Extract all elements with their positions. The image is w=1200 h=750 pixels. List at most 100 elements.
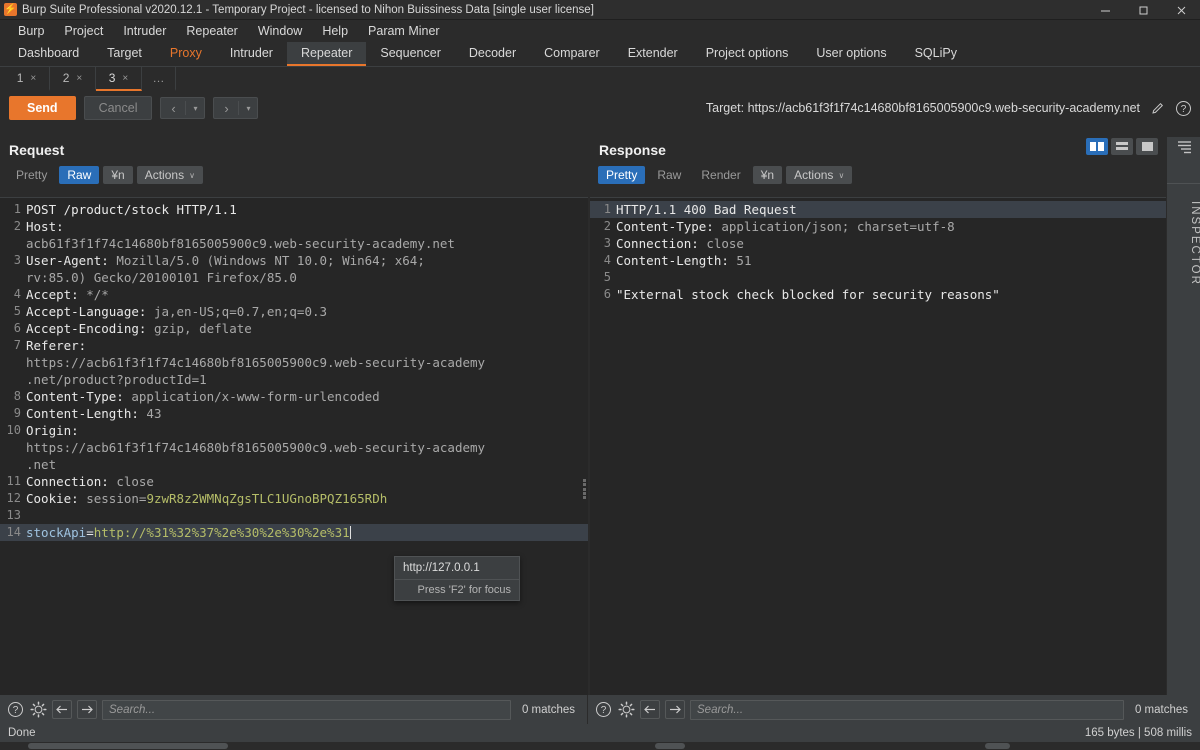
code-line[interactable]: 3 User-Agent: Mozilla/5.0 (Windows NT 10.… bbox=[0, 252, 588, 269]
request-editor[interactable]: 1 POST /product/stock HTTP/1.1 2 Host: acb6… bbox=[0, 197, 588, 695]
layout-stacked-icon[interactable] bbox=[1111, 138, 1133, 155]
close-icon[interactable]: × bbox=[122, 73, 128, 84]
tab-intruder[interactable]: Intruder bbox=[216, 42, 287, 66]
request-tab-pretty[interactable]: Pretty bbox=[8, 166, 55, 184]
code-line[interactable]: 14 stockApi=http://%31%32%37%2e%30%2e%30%… bbox=[0, 524, 588, 541]
code-segment: Content-Length: bbox=[26, 406, 147, 421]
request-tab-raw[interactable]: Raw bbox=[59, 166, 100, 184]
code-text: Connection: close bbox=[616, 235, 1166, 252]
tab-repeater[interactable]: Repeater bbox=[286, 42, 367, 66]
menu-item-window[interactable]: Window bbox=[248, 20, 312, 42]
code-text: Accept: */* bbox=[26, 286, 588, 303]
minimize-button[interactable] bbox=[1086, 0, 1124, 20]
inspector-rail[interactable]: INSPECTOR bbox=[1166, 137, 1200, 695]
scrollbar-thumb-right[interactable] bbox=[985, 743, 1010, 749]
forward-split-button[interactable]: › ▾ bbox=[213, 97, 259, 119]
response-tab-render[interactable]: Render bbox=[693, 166, 748, 184]
autocomplete-popup[interactable]: http://127.0.0.1 Press 'F2' for focus bbox=[394, 556, 520, 601]
code-line[interactable]: 5 bbox=[590, 269, 1166, 286]
code-line[interactable]: 6 "External stock check blocked for secur… bbox=[590, 286, 1166, 303]
tab-extender[interactable]: Extender bbox=[614, 42, 692, 66]
code-line[interactable]: 12 Cookie: session=9zwR8z2WMNqZgsTLC1UGno… bbox=[0, 490, 588, 507]
send-button[interactable]: Send bbox=[9, 96, 76, 120]
menu-item-param-miner[interactable]: Param Miner bbox=[358, 20, 450, 42]
tab-sequencer[interactable]: Sequencer bbox=[366, 42, 454, 66]
code-line[interactable]: 8 Content-Type: application/x-www-form-ur… bbox=[0, 388, 588, 405]
code-line[interactable]: 2 Content-Type: application/json; charset… bbox=[590, 218, 1166, 235]
tab-project-options[interactable]: Project options bbox=[692, 42, 803, 66]
tab-decoder[interactable]: Decoder bbox=[455, 42, 530, 66]
search-prev-button[interactable] bbox=[52, 700, 72, 719]
response-tab-raw[interactable]: Raw bbox=[649, 166, 689, 184]
search-next-button[interactable] bbox=[665, 700, 685, 719]
layout-side-by-side-icon[interactable] bbox=[1086, 138, 1108, 155]
repeater-tab-3[interactable]: 3 × bbox=[96, 67, 142, 91]
code-line[interactable]: .net/product?productId=1 bbox=[0, 371, 588, 388]
search-next-button[interactable] bbox=[77, 700, 97, 719]
request-actions-button[interactable]: Actions ∨ bbox=[136, 166, 203, 184]
tab-sqlipy[interactable]: SQLiPy bbox=[901, 42, 971, 66]
code-line[interactable]: 3 Connection: close bbox=[590, 235, 1166, 252]
code-line[interactable]: rv:85.0) Gecko/20100101 Firefox/85.0 bbox=[0, 269, 588, 286]
response-tab-pretty[interactable]: Pretty bbox=[598, 166, 646, 184]
question-icon[interactable]: ? bbox=[594, 701, 612, 719]
menu-item-burp[interactable]: Burp bbox=[8, 20, 54, 42]
code-segment: Cookie: bbox=[26, 491, 87, 506]
code-line[interactable]: 7 Referer: bbox=[0, 337, 588, 354]
question-icon[interactable]: ? bbox=[6, 701, 24, 719]
close-icon[interactable]: × bbox=[76, 73, 82, 84]
code-segment: Origin: bbox=[26, 423, 87, 438]
line-number: 11 bbox=[6, 474, 21, 488]
menu-item-repeater[interactable]: Repeater bbox=[176, 20, 247, 42]
autocomplete-value[interactable]: http://127.0.0.1 bbox=[395, 557, 519, 580]
gear-icon[interactable] bbox=[617, 701, 635, 719]
code-line[interactable]: 13 bbox=[0, 507, 588, 524]
menu-item-project[interactable]: Project bbox=[54, 20, 113, 42]
code-line[interactable]: 5 Accept-Language: ja,en-US;q=0.7,en;q=0.… bbox=[0, 303, 588, 320]
code-line[interactable]: https://acb61f3f1f74c14680bf8165005900c9… bbox=[0, 354, 588, 371]
repeater-tab-1[interactable]: 1 × bbox=[4, 67, 50, 91]
code-line[interactable]: 4 Accept: */* bbox=[0, 286, 588, 303]
code-line[interactable]: https://acb61f3f1f74c14680bf8165005900c9… bbox=[0, 439, 588, 456]
question-icon[interactable]: ? bbox=[1174, 99, 1192, 117]
svg-text:?: ? bbox=[1180, 104, 1186, 115]
scrollbar-thumb-mid[interactable] bbox=[655, 743, 685, 749]
code-segment: Accept-Encoding: bbox=[26, 321, 154, 336]
code-line[interactable]: 2 Host: bbox=[0, 218, 588, 235]
code-line[interactable]: 6 Accept-Encoding: gzip, deflate bbox=[0, 320, 588, 337]
tab-comparer[interactable]: Comparer bbox=[530, 42, 614, 66]
search-prev-button[interactable] bbox=[640, 700, 660, 719]
pane-resize-grip[interactable] bbox=[583, 479, 587, 499]
repeater-tab-2[interactable]: 2 × bbox=[50, 67, 96, 91]
response-tab-newline[interactable]: ¥n bbox=[752, 166, 783, 184]
response-editor[interactable]: 1 HTTP/1.1 400 Bad Request 2 Content-Type: … bbox=[590, 197, 1166, 695]
code-line[interactable]: 9 Content-Length: 43 bbox=[0, 405, 588, 422]
repeater-tab-add[interactable]: … bbox=[142, 67, 176, 91]
tab-user-options[interactable]: User options bbox=[802, 42, 900, 66]
tab-proxy[interactable]: Proxy bbox=[156, 42, 216, 66]
code-line[interactable]: 10 Origin: bbox=[0, 422, 588, 439]
back-split-button[interactable]: ‹ ▾ bbox=[160, 97, 206, 119]
layout-single-icon[interactable] bbox=[1136, 138, 1158, 155]
menu-item-help[interactable]: Help bbox=[312, 20, 358, 42]
code-line[interactable]: 11 Connection: close bbox=[0, 473, 588, 490]
maximize-button[interactable] bbox=[1124, 0, 1162, 20]
gear-icon[interactable] bbox=[29, 701, 47, 719]
close-icon[interactable]: × bbox=[30, 73, 36, 84]
code-line[interactable]: 1 POST /product/stock HTTP/1.1 bbox=[0, 201, 588, 218]
response-search-input[interactable]: Search... bbox=[690, 699, 1124, 720]
menu-item-intruder[interactable]: Intruder bbox=[113, 20, 176, 42]
code-line[interactable]: .net bbox=[0, 456, 588, 473]
tab-target[interactable]: Target bbox=[93, 42, 156, 66]
request-tab-newline[interactable]: ¥n bbox=[103, 166, 133, 184]
response-actions-button[interactable]: Actions ∨ bbox=[786, 166, 853, 184]
close-button[interactable] bbox=[1162, 0, 1200, 20]
pencil-icon[interactable] bbox=[1148, 99, 1166, 117]
code-line[interactable]: acb61f3f1f74c14680bf8165005900c9.web-sec… bbox=[0, 235, 588, 252]
tab-dashboard[interactable]: Dashboard bbox=[4, 42, 93, 66]
code-line[interactable]: 4 Content-Length: 51 bbox=[590, 252, 1166, 269]
request-search-input[interactable]: Search... bbox=[102, 699, 511, 720]
scrollbar-thumb-left[interactable] bbox=[28, 743, 228, 749]
inspector-menu-icon[interactable] bbox=[1176, 140, 1194, 154]
code-line[interactable]: 1 HTTP/1.1 400 Bad Request bbox=[590, 201, 1166, 218]
